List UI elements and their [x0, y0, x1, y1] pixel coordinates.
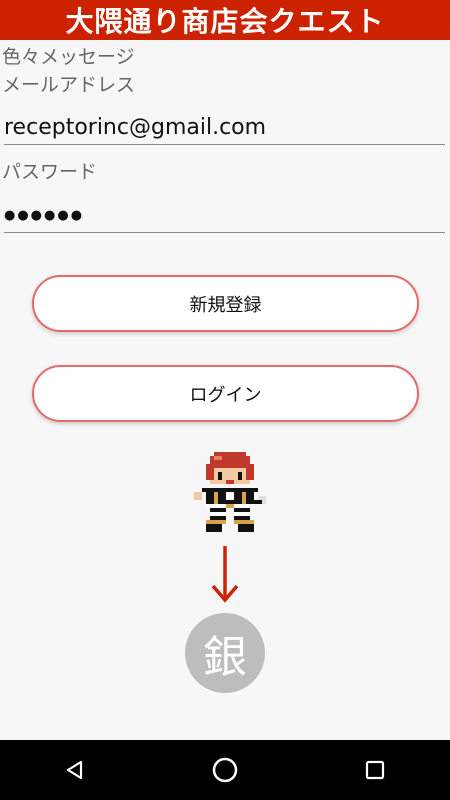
register-button-label: 新規登録 [189, 294, 262, 316]
password-label: パスワード [2, 161, 98, 183]
register-button[interactable]: 新規登録 [32, 275, 419, 332]
rank-badge: 銀 [185, 613, 265, 693]
app-title-bar: 大隈通り商店会クエスト [0, 0, 450, 40]
back-icon[interactable] [55, 750, 95, 790]
rank-badge-text: 銀 [203, 632, 247, 683]
email-label: メールアドレス [2, 74, 136, 96]
password-field[interactable]: ●●●●●● [4, 198, 445, 233]
recents-icon[interactable] [355, 750, 395, 790]
app-title: 大隈通り商店会クエスト [65, 5, 385, 38]
email-field[interactable] [4, 110, 445, 145]
down-arrow-icon [211, 546, 239, 603]
login-button-label: ログイン [189, 384, 262, 406]
home-icon[interactable] [205, 750, 245, 790]
password-value: ●●●●●● [4, 207, 85, 223]
character-sprite [194, 452, 266, 532]
message-text: 色々メッセージ [2, 46, 135, 68]
system-nav-bar [0, 740, 450, 800]
login-button[interactable]: ログイン [32, 365, 419, 422]
